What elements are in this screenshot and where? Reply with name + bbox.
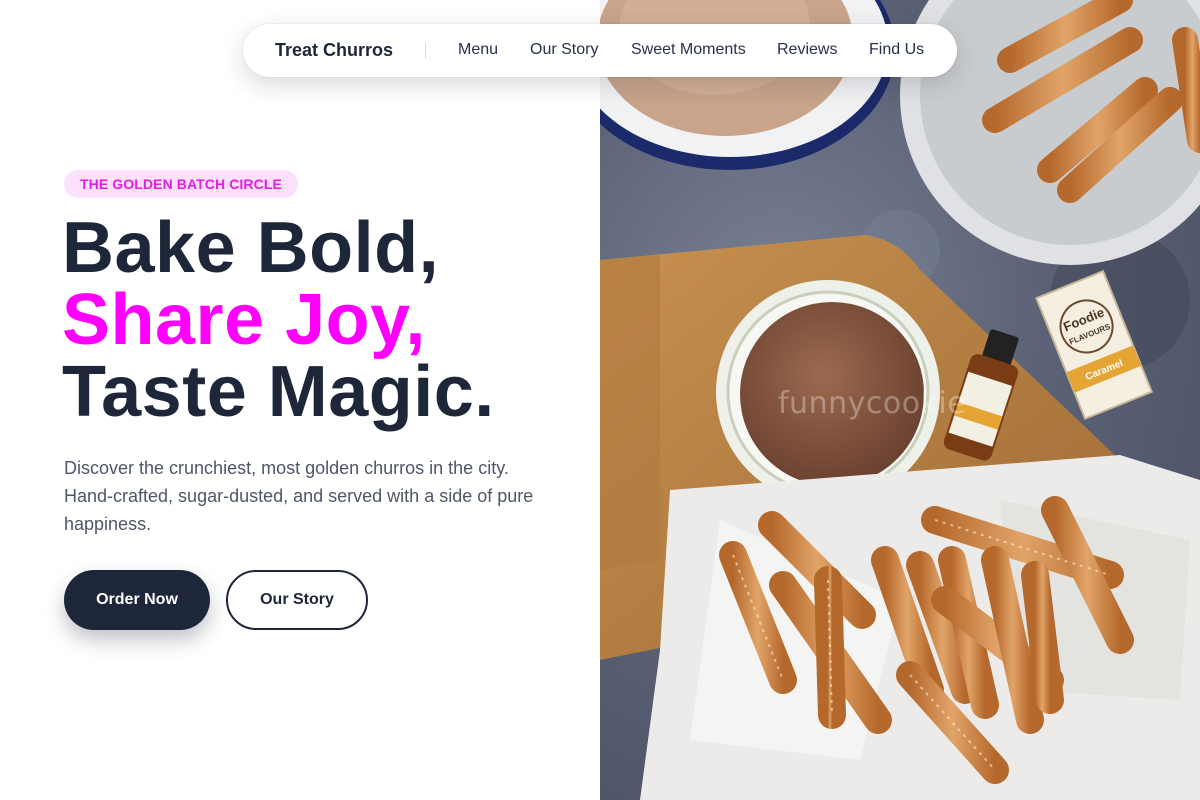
nav-links: Menu Our Story Sweet Moments Reviews Fin…: [243, 41, 957, 61]
hero-photo: Foodie FLAVOURS Caramel funnycookie: [600, 0, 1200, 800]
photo-watermark: funnycookie: [778, 386, 967, 421]
hero-headline: Bake Bold, Share Joy, Taste Magic.: [62, 212, 495, 428]
nav-link-find-us[interactable]: Find Us: [869, 41, 924, 59]
top-nav: Treat Churros Menu Our Story Sweet Momen…: [243, 24, 957, 77]
nav-link-reviews[interactable]: Reviews: [777, 41, 837, 59]
nav-link-menu[interactable]: Menu: [458, 41, 498, 59]
our-story-button[interactable]: Our Story: [226, 570, 368, 630]
nav-link-sweet-moments[interactable]: Sweet Moments: [631, 41, 746, 59]
order-now-button[interactable]: Order Now: [64, 570, 210, 630]
headline-line-2: Share Joy,: [62, 280, 426, 360]
nav-link-our-story[interactable]: Our Story: [530, 41, 598, 59]
headline-line-3: Taste Magic.: [62, 352, 495, 432]
golden-batch-badge: THE GOLDEN BATCH CIRCLE: [64, 170, 298, 198]
headline-line-1: Bake Bold,: [62, 208, 440, 288]
hero-description: Discover the crunchiest, most golden chu…: [64, 458, 534, 534]
